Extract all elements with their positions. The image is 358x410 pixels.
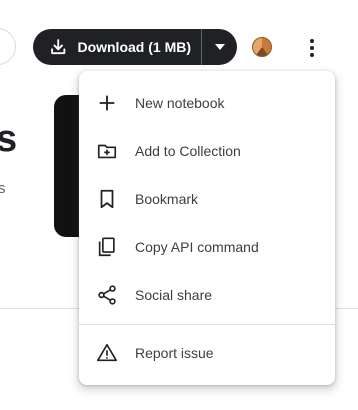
kebab-dot [310,46,314,50]
menu-item-social-share[interactable]: Social share [79,271,335,319]
avatar[interactable] [252,37,272,57]
menu-item-new-notebook[interactable]: New notebook [79,79,335,127]
download-split-button: Download (1 MB) [33,29,237,65]
menu-item-label: Social share [135,287,213,303]
menu-item-copy-api-command[interactable]: Copy API command [79,223,335,271]
menu-item-label: Copy API command [135,239,259,255]
menu-item-label: Bookmark [135,191,199,207]
menu-item-bookmark[interactable]: Bookmark [79,175,335,223]
menu-item-add-to-collection[interactable]: Add to Collection [79,127,335,175]
search-pill[interactable] [0,28,16,65]
menu-item-label: Add to Collection [135,143,241,159]
menu-divider [79,324,335,325]
more-options-icon[interactable] [300,34,324,62]
subtext-fragment: s [0,180,6,197]
caret-down-icon [214,44,225,50]
download-button[interactable]: Download (1 MB) [33,29,201,65]
warning-icon [95,341,119,365]
download-label: Download (1 MB) [77,39,191,55]
more-options-menu: New notebook Add to Collection Bookmark [79,71,335,385]
page: s s Download (1 MB) New notebook Add to … [0,0,358,410]
kebab-dot [310,53,314,57]
bookmark-icon [95,187,119,211]
folder-add-icon [95,139,119,163]
plus-icon [95,91,119,115]
copy-icon [95,235,119,259]
heading-fragment: s [0,118,18,160]
menu-item-label: New notebook [135,95,225,111]
download-options-button[interactable] [202,29,237,65]
menu-item-report-issue[interactable]: Report issue [79,329,335,377]
download-icon [51,39,66,55]
kebab-dot [310,39,314,43]
share-icon [95,283,119,307]
menu-item-label: Report issue [135,345,214,361]
